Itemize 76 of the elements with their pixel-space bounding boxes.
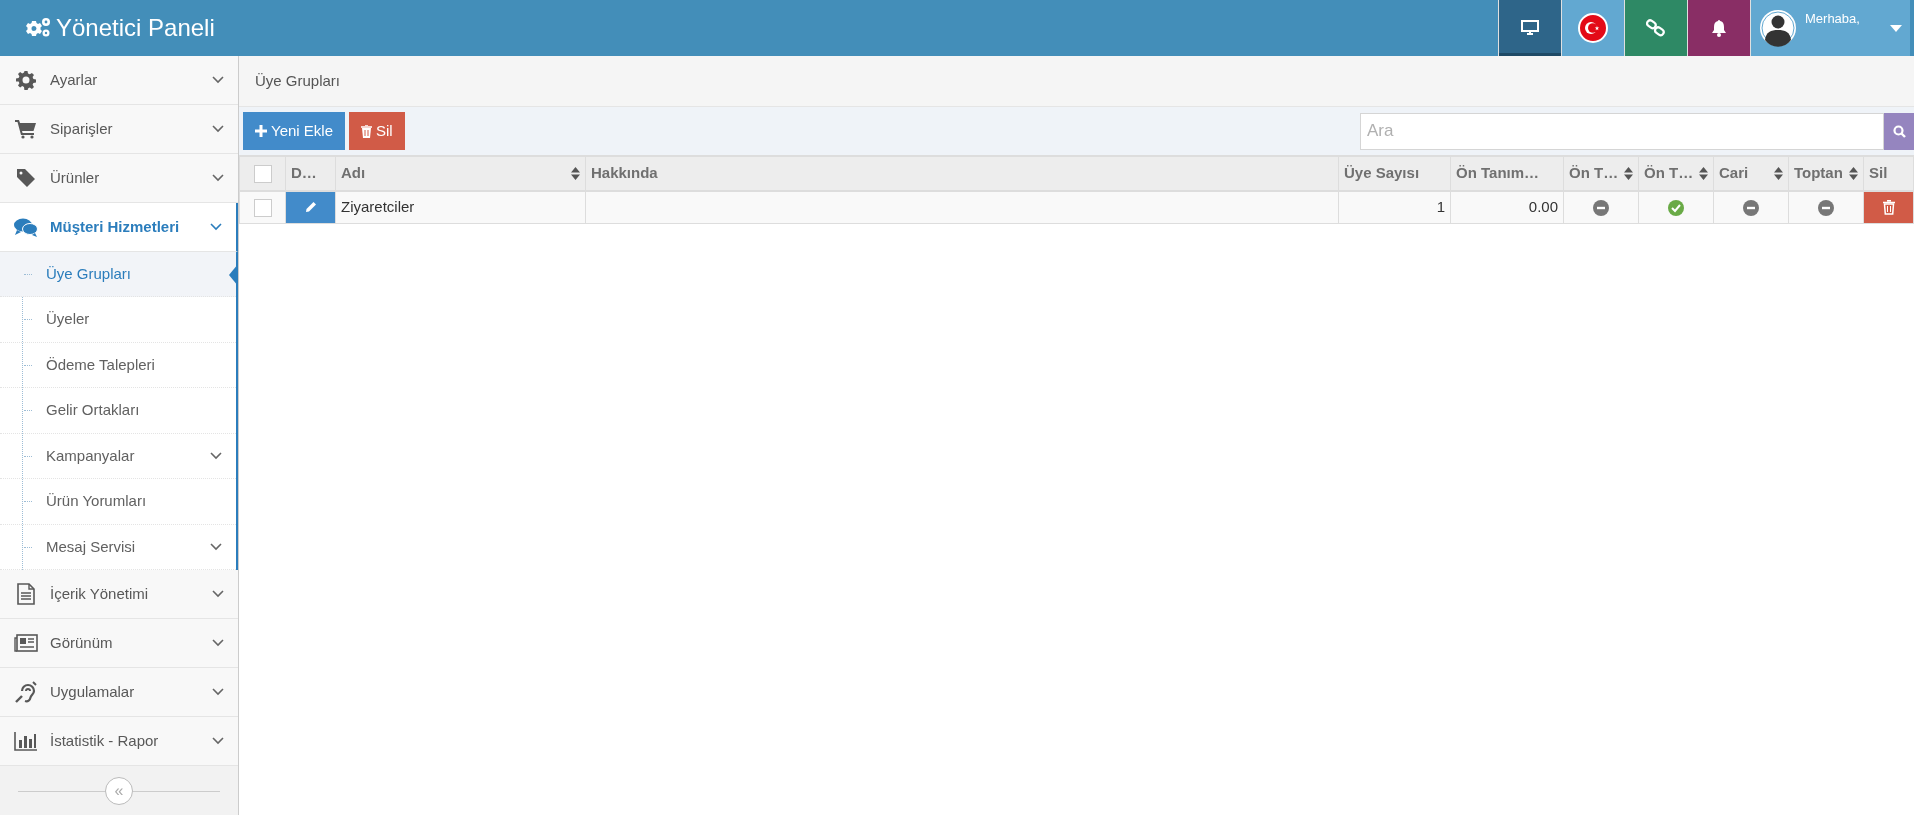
chat-bubbles-icon	[14, 216, 38, 237]
search-icon	[1892, 124, 1906, 138]
column-header: Üye Sayısı	[1338, 156, 1451, 191]
sort-icon	[1774, 166, 1783, 180]
app-title: Yönetici Paneli	[56, 13, 215, 43]
submenu-item[interactable]: Gelir Ortakları	[0, 388, 236, 434]
chevron-down-icon	[212, 737, 224, 746]
links-button[interactable]	[1624, 0, 1687, 56]
sidebar-item[interactable]: Siparişler	[0, 104, 238, 154]
search-field[interactable]: Ara	[1360, 112, 1884, 150]
chevron-down-icon	[212, 639, 224, 648]
column-header: Ön Tanım…	[1450, 156, 1564, 191]
avatar-icon	[1759, 9, 1797, 47]
add-button[interactable]: Yeni Ekle	[243, 112, 345, 150]
trash-icon	[1882, 199, 1895, 215]
link-icon	[1646, 19, 1666, 37]
submenu-item[interactable]: Ödeme Talepleri	[0, 342, 236, 389]
table-cell: Ziyaretciler	[341, 197, 415, 215]
caret-down-icon	[1890, 24, 1902, 32]
column-header: Hakkında	[585, 156, 1339, 191]
submenu-item[interactable]: Ürün Yorumları	[0, 479, 236, 525]
chevron-down-icon	[210, 543, 222, 552]
sort-icon	[1699, 166, 1708, 180]
notifications-button[interactable]	[1687, 0, 1750, 56]
column-header[interactable]: Toptan	[1788, 156, 1864, 191]
bar-chart-icon	[14, 731, 38, 752]
edit-button[interactable]	[286, 191, 335, 223]
chevron-down-icon	[212, 590, 224, 599]
sidebar-item[interactable]: Müşteri Hizmetleri	[0, 202, 238, 252]
sidebar-item[interactable]: İçerik Yönetimi	[0, 570, 238, 620]
trash-icon	[361, 124, 372, 138]
newspaper-icon	[14, 634, 38, 653]
sidebar-item[interactable]: İstatistik - Rapor	[0, 717, 238, 767]
flag-icon	[1578, 13, 1608, 43]
delete-row-button[interactable]	[1864, 191, 1913, 223]
row-checkbox[interactable]	[253, 198, 272, 217]
sidebar-item[interactable]: Görünüm	[0, 619, 238, 669]
column-header[interactable]: Ön T…	[1563, 156, 1639, 191]
sort-icon	[1624, 166, 1633, 180]
ear-icon	[15, 681, 37, 704]
sidebar-item[interactable]: Uygulamalar	[0, 668, 238, 718]
sort-icon	[571, 166, 580, 180]
column-header: Sil	[1863, 156, 1914, 191]
search-button[interactable]	[1884, 112, 1914, 150]
sort-icon	[1849, 166, 1858, 180]
select-all-checkbox[interactable]	[253, 165, 272, 184]
submenu-item[interactable]: Üye Grupları	[0, 251, 236, 298]
sidebar-item[interactable]: Ürünler	[0, 153, 238, 203]
bell-icon	[1711, 19, 1727, 37]
gear-icon	[16, 69, 36, 90]
tag-icon	[16, 167, 36, 188]
table-cell: 0.00	[1528, 197, 1558, 215]
chevron-down-icon	[212, 173, 224, 182]
plus-icon	[255, 125, 267, 137]
pencil-icon	[304, 201, 317, 213]
sidebar-item[interactable]: Ayarlar	[0, 56, 238, 105]
delete-button[interactable]: Sil	[349, 112, 405, 150]
chevron-down-icon	[210, 452, 222, 461]
monitor-button[interactable]	[1498, 0, 1561, 56]
breadcrumb: Üye Grupları	[239, 56, 1914, 107]
chevron-down-icon	[210, 222, 222, 231]
chevron-down-icon	[212, 688, 224, 697]
cart-icon	[15, 118, 37, 139]
gears-icon	[26, 17, 52, 39]
monitor-icon	[1521, 20, 1539, 36]
document-icon	[17, 583, 35, 606]
column-header: D…	[285, 156, 336, 191]
column-header[interactable]: Ön T…	[1638, 156, 1714, 191]
submenu-item[interactable]: Üyeler	[0, 297, 236, 343]
submenu-item[interactable]: Kampanyalar	[0, 433, 236, 480]
column-header[interactable]: Adı	[335, 156, 586, 191]
chevron-down-icon	[212, 124, 224, 133]
language-button[interactable]	[1561, 0, 1624, 56]
table-cell: 1	[1436, 197, 1445, 215]
column-header[interactable]: Cari	[1713, 156, 1789, 191]
chevron-down-icon	[212, 75, 224, 84]
